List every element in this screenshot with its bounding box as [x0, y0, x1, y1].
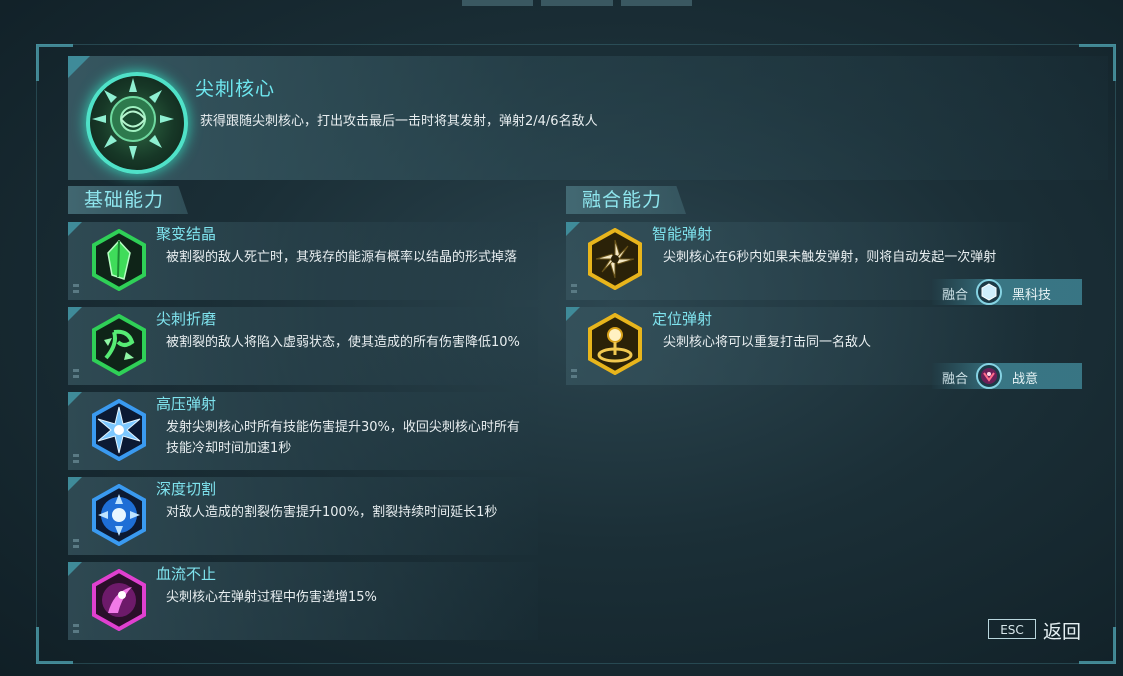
skill-name: 深度切割 — [156, 480, 217, 498]
black-tech-icon — [976, 279, 1002, 305]
skill-name: 智能弹射 — [652, 225, 713, 243]
skill-name: 尖刺折磨 — [156, 310, 217, 328]
frame-corner — [1079, 627, 1116, 664]
skill-row[interactable]: 尖刺折磨 被割裂的敌人将陷入虚弱状态，使其造成的所有伤害降低10% — [68, 307, 538, 385]
row-notch — [566, 222, 580, 236]
skill-name: 聚变结晶 — [156, 225, 217, 243]
skill-desc: 被割裂的敌人死亡时，其残存的能源有概率以结晶的形式掉落 — [166, 250, 518, 265]
fusion-tag-black-tech[interactable]: 融合 黑科技 — [932, 279, 1082, 305]
fusion-abilities-title: 融合能力 — [566, 186, 686, 214]
skill-row[interactable]: 血流不止 尖刺核心在弹射过程中伤害递增15% — [68, 562, 538, 640]
top-tab-strip — [462, 0, 692, 6]
fusion-tag-battle-will[interactable]: 融合 战意 — [932, 363, 1082, 389]
row-dots — [73, 284, 79, 296]
skill-row[interactable]: 深度切割 对敌人造成的割裂伤害提升100%，割裂持续时间延长1秒 — [68, 477, 538, 555]
row-notch — [68, 307, 82, 321]
gold-shuriken-icon — [588, 228, 642, 290]
row-notch — [68, 562, 82, 576]
skill-desc: 被割裂的敌人将陷入虚弱状态，使其造成的所有伤害降低10% — [166, 335, 520, 350]
skill-name: 血流不止 — [156, 565, 217, 583]
row-dots — [571, 369, 577, 381]
esc-key-hint[interactable]: ESC — [988, 619, 1036, 639]
row-dots — [73, 369, 79, 381]
spike-core-icon — [86, 72, 188, 174]
core-title: 尖刺核心 — [195, 78, 276, 100]
row-notch — [68, 477, 82, 491]
row-dots — [73, 539, 79, 551]
skill-desc: 尖刺核心将可以重复打击同一名敌人 — [663, 335, 872, 350]
skill-desc: 对敌人造成的割裂伤害提升100%，割裂持续时间延长1秒 — [166, 505, 498, 520]
green-crystal-icon — [92, 229, 146, 291]
skill-name: 定位弹射 — [652, 310, 713, 328]
skill-desc: 发射尖刺核心时所有技能伤害提升30%，收回尖刺核心时所有技能冷却时间加速1秒 — [166, 420, 520, 456]
basic-abilities-title: 基础能力 — [68, 186, 188, 214]
tag-name: 战意 — [1012, 372, 1039, 387]
gold-target-icon — [588, 313, 642, 375]
row-dots — [73, 624, 79, 636]
back-button[interactable]: 返回 — [1043, 617, 1081, 644]
row-notch — [68, 392, 82, 406]
blue-burst-icon — [92, 399, 146, 461]
skill-desc: 尖刺核心在弹射过程中伤害递增15% — [166, 590, 377, 605]
row-dots — [571, 284, 577, 296]
tag-label: 融合 — [942, 288, 969, 303]
skill-desc: 尖刺核心在6秒内如果未触发弹射，则将自动发起一次弹射 — [663, 250, 997, 265]
skill-row[interactable]: 聚变结晶 被割裂的敌人死亡时，其残存的能源有概率以结晶的形式掉落 — [68, 222, 538, 300]
tag-name: 黑科技 — [1012, 288, 1052, 303]
panel-notch — [68, 56, 90, 78]
skill-row[interactable]: 高压弹射 发射尖刺核心时所有技能伤害提升30%，收回尖刺核心时所有技能冷却时间加… — [68, 392, 538, 470]
row-notch — [566, 307, 580, 321]
row-notch — [68, 222, 82, 236]
core-description: 获得跟随尖刺核心，打出攻击最后一击时将其发射，弹射2/4/6名敌人 — [200, 114, 598, 129]
battle-will-icon — [976, 363, 1002, 389]
magenta-wound-icon — [92, 569, 146, 631]
tag-label: 融合 — [942, 372, 969, 387]
skill-name: 高压弹射 — [156, 395, 217, 413]
blue-saw-icon — [92, 484, 146, 546]
row-dots — [73, 454, 79, 466]
thorn-vine-icon — [92, 314, 146, 376]
